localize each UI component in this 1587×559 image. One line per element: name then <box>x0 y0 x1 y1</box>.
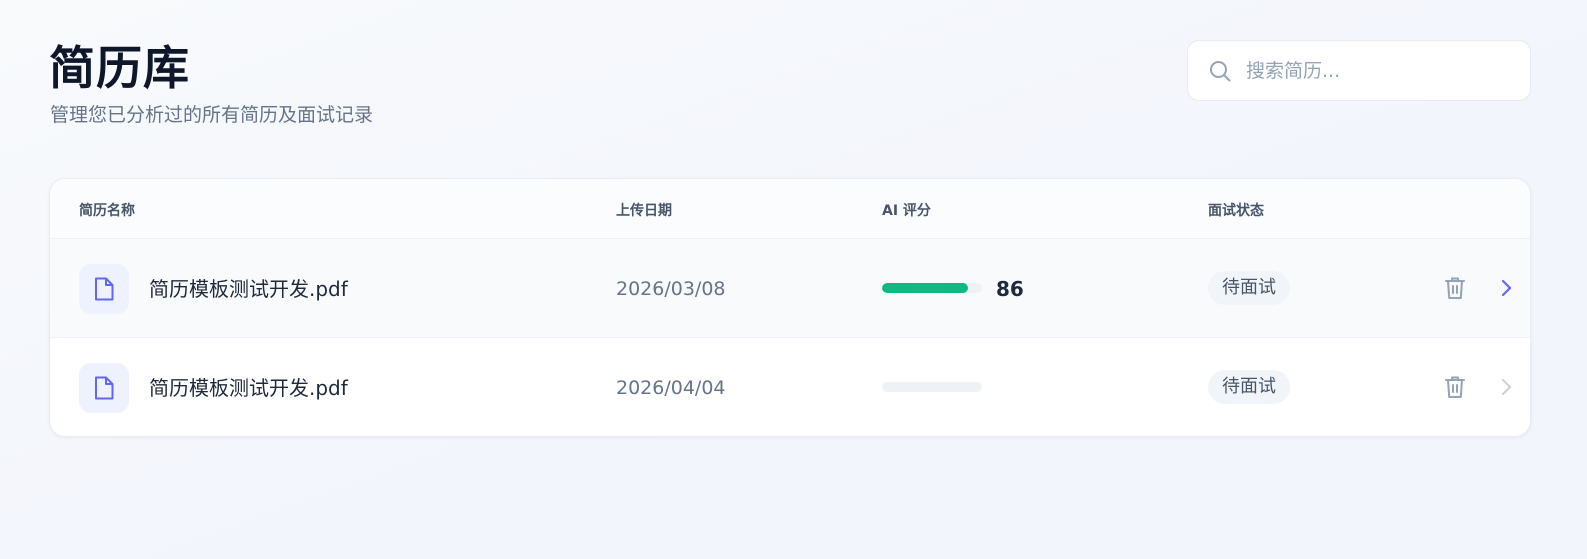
file-icon-container <box>79 264 129 314</box>
file-icon <box>95 277 114 301</box>
table-header: 简历名称 上传日期 AI 评分 面试状态 <box>50 179 1530 239</box>
open-details-button[interactable] <box>1494 276 1518 300</box>
table-row[interactable]: 简历模板测试开发.pdf 2026/04/04 待面试 <box>50 338 1530 436</box>
trash-icon <box>1445 376 1465 398</box>
upload-date: 2026/03/08 <box>616 278 726 300</box>
search-box[interactable] <box>1187 40 1531 101</box>
page-subtitle: 管理您已分析过的所有简历及面试记录 <box>50 104 374 126</box>
status-badge: 待面试 <box>1208 271 1290 305</box>
resume-library-page: 简历库 管理您已分析过的所有简历及面试记录 简历名称 上传日期 AI 评分 面试… <box>0 0 1587 559</box>
resume-name: 简历模板测试开发.pdf <box>149 277 348 301</box>
column-header-status: 面试状态 <box>1208 203 1264 219</box>
upload-date: 2026/04/04 <box>616 377 726 399</box>
page-title: 简历库 <box>49 41 190 95</box>
resume-name: 简历模板测试开发.pdf <box>149 376 348 400</box>
resume-table: 简历名称 上传日期 AI 评分 面试状态 简历模板测试开发.pdf 2026/0… <box>49 178 1531 437</box>
chevron-right-icon <box>1501 279 1512 297</box>
score-value: 86 <box>996 277 1024 301</box>
score-bar <box>882 382 982 392</box>
delete-button[interactable] <box>1442 275 1468 301</box>
status-badge: 待面试 <box>1208 370 1290 404</box>
delete-button[interactable] <box>1442 374 1468 400</box>
score-bar-fill <box>882 283 968 293</box>
column-header-date: 上传日期 <box>616 203 672 219</box>
search-input[interactable] <box>1246 59 1496 82</box>
open-details-button[interactable] <box>1494 375 1518 399</box>
column-header-score: AI 评分 <box>882 203 931 219</box>
column-header-name: 简历名称 <box>79 203 135 219</box>
file-icon <box>95 376 114 400</box>
search-icon <box>1210 60 1231 81</box>
file-icon-container <box>79 363 129 413</box>
table-row[interactable]: 简历模板测试开发.pdf 2026/03/08 86 待面试 <box>50 239 1530 338</box>
score-bar <box>882 283 982 293</box>
chevron-right-icon <box>1501 378 1512 396</box>
trash-icon <box>1445 277 1465 299</box>
